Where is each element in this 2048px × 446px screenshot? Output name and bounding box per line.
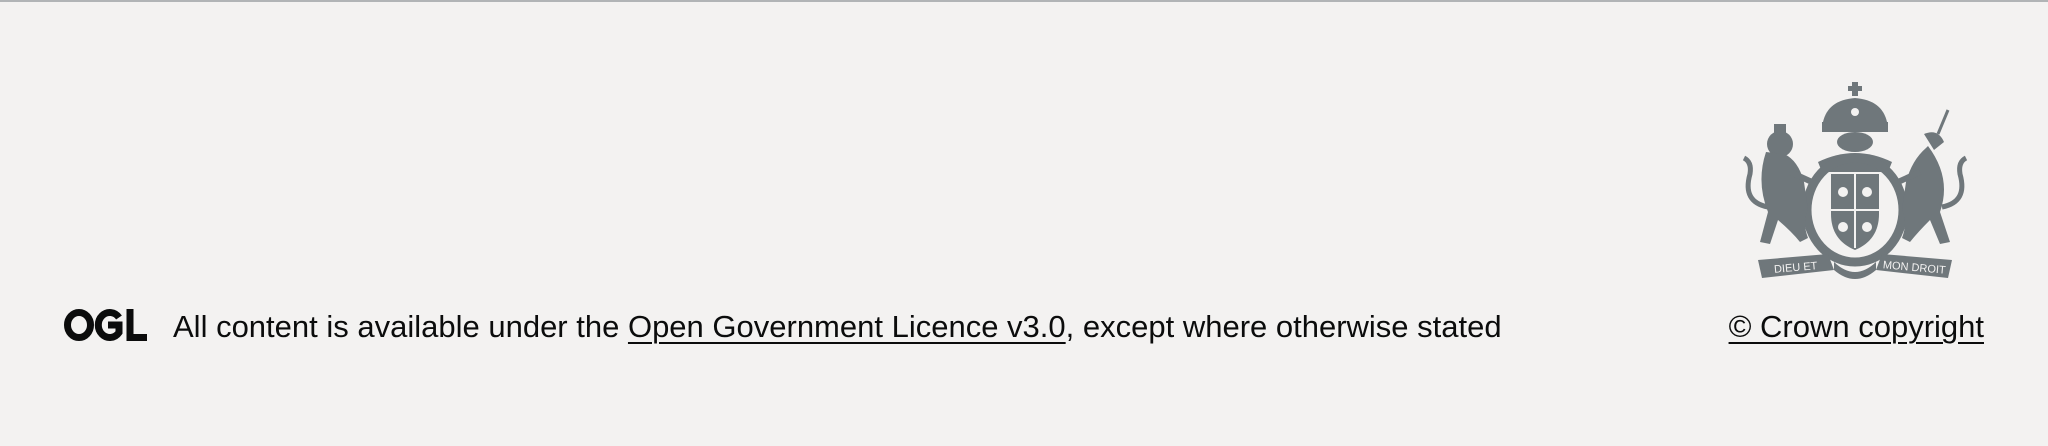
licence-prefix: All content is available under the: [173, 309, 628, 344]
crown-copyright-link[interactable]: © Crown copyright: [1729, 309, 1984, 344]
royal-coat-of-arms-icon: DIEU ET MON DROIT: [1742, 82, 1968, 279]
ogl-logo-icon: [64, 309, 147, 341]
open-government-licence-link[interactable]: Open Government Licence v3.0: [628, 309, 1066, 344]
licence-statement: All content is available under the Open …: [173, 307, 1502, 347]
site-footer: All content is available under the Open …: [0, 0, 2048, 446]
licence-suffix: , except where otherwise stated: [1065, 309, 1502, 344]
crest-motto-left: DIEU ET: [1774, 260, 1819, 276]
crown-copyright: © Crown copyright: [1729, 307, 1984, 347]
